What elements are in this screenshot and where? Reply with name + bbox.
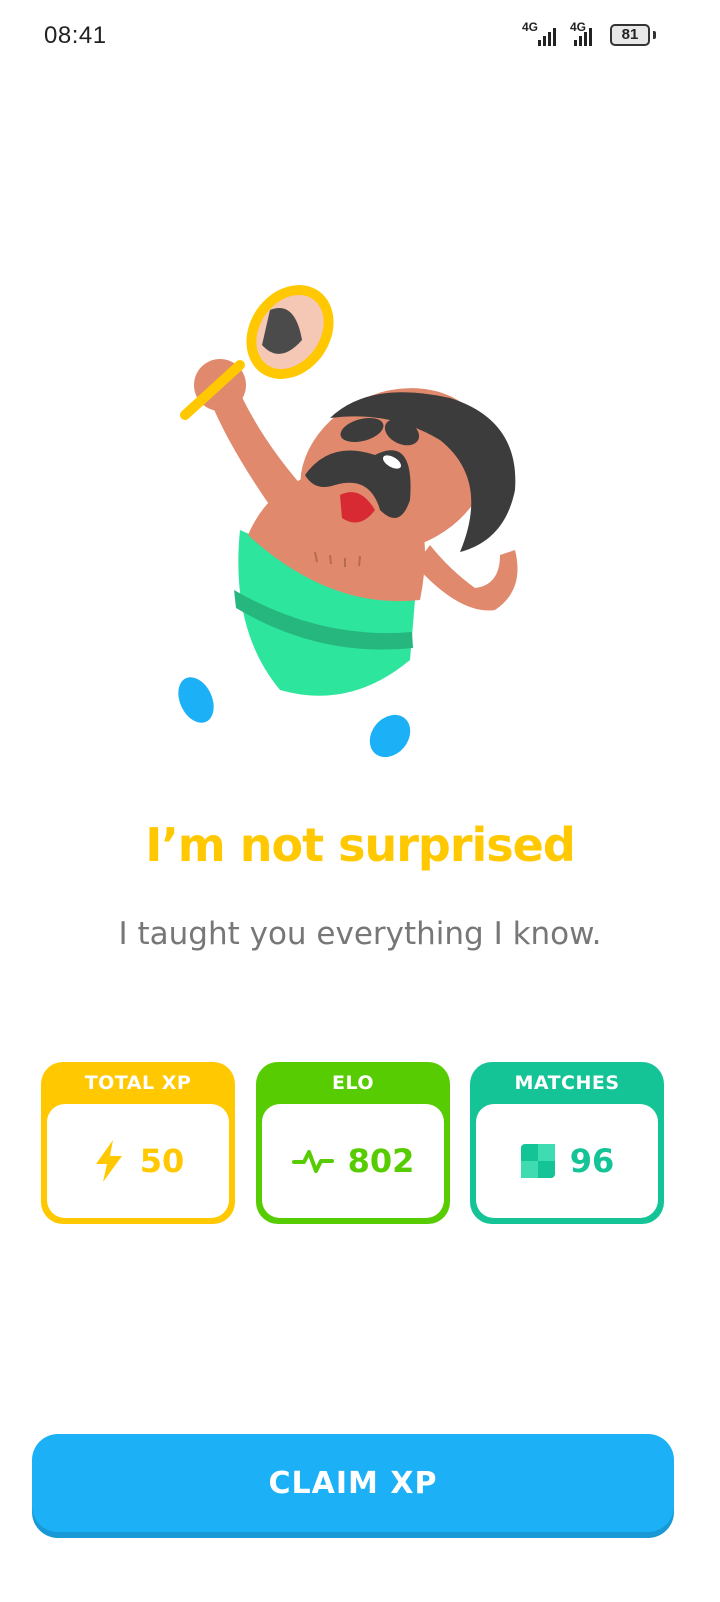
stat-card-total-xp: TOTAL XP 50 bbox=[41, 1062, 235, 1224]
stat-title: MATCHES bbox=[514, 1072, 620, 1094]
network-type-label: 4G bbox=[522, 20, 539, 34]
stat-value-total-xp: 50 bbox=[139, 1142, 185, 1180]
status-bar: 08:41 4G 4G 81 bbox=[0, 0, 720, 76]
battery-level: 81 bbox=[621, 26, 639, 43]
subtitle: I taught you everything I know. bbox=[118, 916, 602, 952]
right-foot-shape bbox=[369, 714, 411, 758]
stat-body: 50 bbox=[47, 1104, 229, 1218]
network-type-label-2: 4G bbox=[570, 20, 587, 34]
battery-tip bbox=[653, 31, 656, 39]
stat-value-elo: 802 bbox=[347, 1142, 415, 1180]
stat-body: 802 bbox=[262, 1104, 444, 1218]
claim-xp-button[interactable]: CLAIM XP bbox=[32, 1434, 674, 1532]
stat-value-matches: 96 bbox=[569, 1142, 615, 1180]
cellular-signal-icon-2: 4G bbox=[570, 20, 614, 50]
right-arm-shape bbox=[415, 545, 518, 611]
character-illustration bbox=[178, 285, 518, 758]
status-time: 08:41 bbox=[44, 22, 107, 49]
battery-icon: 81 bbox=[610, 24, 650, 46]
cellular-signal-icon: 4G bbox=[522, 20, 566, 50]
pulse-icon bbox=[291, 1150, 334, 1173]
stat-title: ELO bbox=[331, 1072, 375, 1094]
stat-card-matches: MATCHES 96 bbox=[470, 1062, 664, 1224]
stat-title: TOTAL XP bbox=[84, 1072, 192, 1094]
left-foot-shape bbox=[178, 677, 214, 723]
lightning-icon bbox=[95, 1140, 122, 1182]
grid-square-icon bbox=[520, 1144, 555, 1178]
stat-card-elo: ELO 802 bbox=[256, 1062, 450, 1224]
headline: I’m not surprised bbox=[145, 818, 576, 872]
stat-body: 96 bbox=[476, 1104, 658, 1218]
